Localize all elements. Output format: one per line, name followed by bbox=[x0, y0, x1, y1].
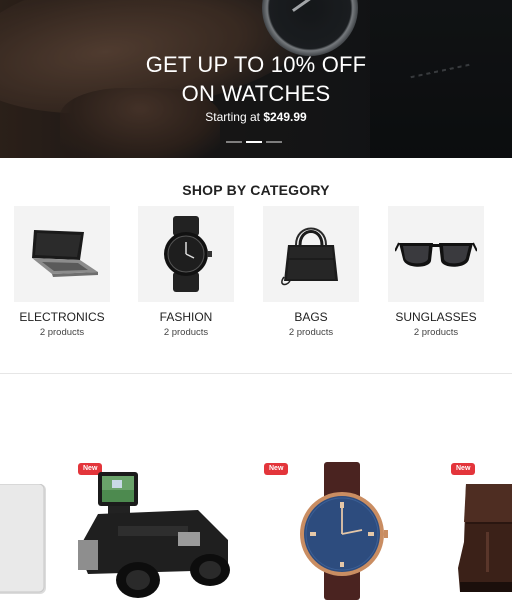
category-card-electronics[interactable]: ELECTRONICS 2 products bbox=[14, 206, 110, 338]
section-divider bbox=[0, 373, 512, 374]
category-image[interactable] bbox=[138, 206, 234, 302]
boot-image[interactable] bbox=[456, 482, 512, 594]
category-count: 2 products bbox=[413, 327, 459, 338]
category-card-bags[interactable]: BAGS 2 products bbox=[263, 206, 359, 338]
carousel-dot-3[interactable] bbox=[266, 141, 282, 143]
category-name[interactable]: BAGS bbox=[263, 310, 359, 324]
category-image[interactable] bbox=[14, 206, 110, 302]
category-count: 2 products bbox=[163, 327, 209, 338]
carousel-dot-1[interactable] bbox=[226, 141, 242, 143]
product-card-wristwatch[interactable] bbox=[296, 462, 388, 600]
hero-banner[interactable]: GET UP TO 10% OFF ON WATCHES Starting at… bbox=[0, 0, 512, 158]
new-badge: New bbox=[451, 463, 476, 475]
hero-title-line-2: ON WATCHES bbox=[181, 81, 331, 106]
category-count: 2 products bbox=[39, 327, 85, 338]
hero-subtitle: Starting at $249.99 bbox=[0, 110, 512, 124]
section-title: SHOP BY CATEGORY bbox=[182, 182, 330, 198]
hero-title-line-1: GET UP TO 10% OFF bbox=[145, 52, 367, 77]
sunglasses-icon bbox=[395, 242, 477, 267]
category-image[interactable] bbox=[388, 206, 484, 302]
carousel-dot-2[interactable] bbox=[246, 141, 262, 143]
category-name[interactable]: SUNGLASSES bbox=[388, 310, 484, 324]
category-name[interactable]: ELECTRONICS bbox=[14, 310, 110, 324]
category-count: 2 products bbox=[288, 327, 334, 338]
product-card-boot[interactable] bbox=[456, 482, 512, 599]
handbag-icon bbox=[281, 227, 338, 286]
hero-title: GET UP TO 10% OFF ON WATCHES bbox=[0, 50, 512, 108]
product-card-laptop[interactable] bbox=[0, 483, 48, 600]
new-badge: New bbox=[264, 463, 289, 475]
wristwatch-image[interactable] bbox=[296, 462, 388, 600]
laptop-product-image[interactable] bbox=[0, 483, 48, 596]
laptop-icon bbox=[32, 230, 98, 277]
watch-icon bbox=[164, 216, 212, 292]
product-card-camera-binoculars[interactable] bbox=[78, 470, 234, 600]
category-name[interactable]: FASHION bbox=[138, 310, 234, 324]
carousel-dots bbox=[226, 141, 282, 143]
category-image[interactable] bbox=[263, 206, 359, 302]
category-card-fashion[interactable]: FASHION 2 products bbox=[138, 206, 234, 338]
category-card-sunglasses[interactable]: SUNGLASSES 2 products bbox=[388, 206, 484, 338]
binoculars-camera-image[interactable] bbox=[78, 470, 234, 600]
hero-price: $249.99 bbox=[263, 110, 307, 124]
hero-subtitle-prefix: Starting at bbox=[205, 110, 260, 124]
